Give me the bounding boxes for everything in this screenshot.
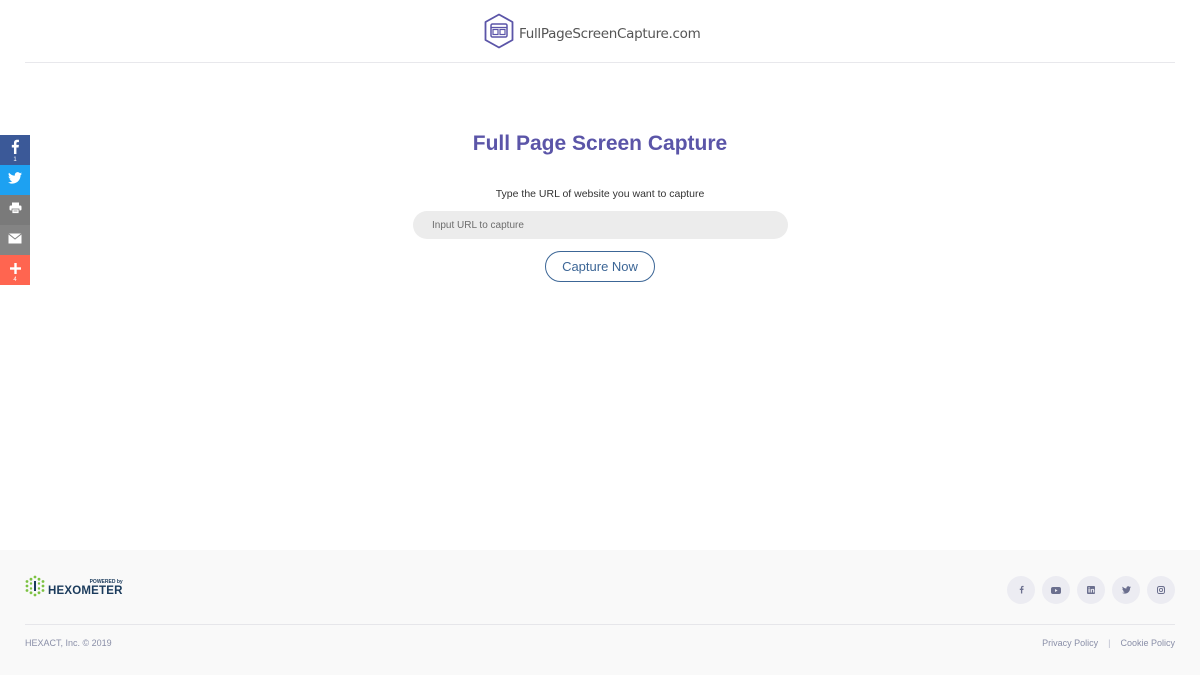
hexometer-logo[interactable]: POWERED by HEXOMETER [25,575,123,602]
social-linkedin-button[interactable] [1077,576,1105,604]
url-input[interactable] [413,211,788,239]
instagram-icon [1157,581,1165,599]
share-count: 1 [13,157,17,163]
copyright-text: HEXACT, Inc. © 2019 [25,638,112,648]
youtube-icon [1051,581,1061,599]
capture-now-button[interactable]: Capture Now [545,251,655,282]
share-more-button[interactable]: 4 [0,255,30,285]
share-count: 4 [13,277,17,283]
social-twitter-button[interactable] [1112,576,1140,604]
print-icon [9,201,22,219]
browser-window-hexagon-icon [483,13,515,54]
site-logo[interactable]: FullPageScreenCapture.com [483,13,701,54]
link-separator: | [1108,638,1111,648]
social-links [1007,576,1175,604]
footer-divider [25,624,1175,625]
logo-text: FullPageScreenCapture.com [519,25,701,42]
footer-links: Privacy Policy | Cookie Policy [1042,638,1175,648]
site-footer: POWERED by HEXOMETER HEXACT, Inc. © 2019… [0,550,1200,675]
linkedin-icon [1087,581,1095,599]
page-subtitle: Type the URL of website you want to capt… [495,188,705,200]
facebook-icon [1019,581,1024,599]
hexometer-hexagon-icon [25,575,45,602]
social-instagram-button[interactable] [1147,576,1175,604]
privacy-policy-link[interactable]: Privacy Policy [1042,638,1098,648]
page-title: Full Page Screen Capture [472,132,728,155]
powered-by-text: POWERED by HEXOMETER [48,580,123,598]
social-facebook-button[interactable] [1007,576,1035,604]
email-icon [8,231,22,249]
cookie-policy-link[interactable]: Cookie Policy [1120,638,1175,648]
twitter-icon [8,171,22,189]
hexometer-brand: HEXOMETER [48,585,123,597]
share-sidebar: 1 4 [0,135,30,285]
social-youtube-button[interactable] [1042,576,1070,604]
twitter-icon [1121,581,1131,599]
share-email-button[interactable] [0,225,30,255]
